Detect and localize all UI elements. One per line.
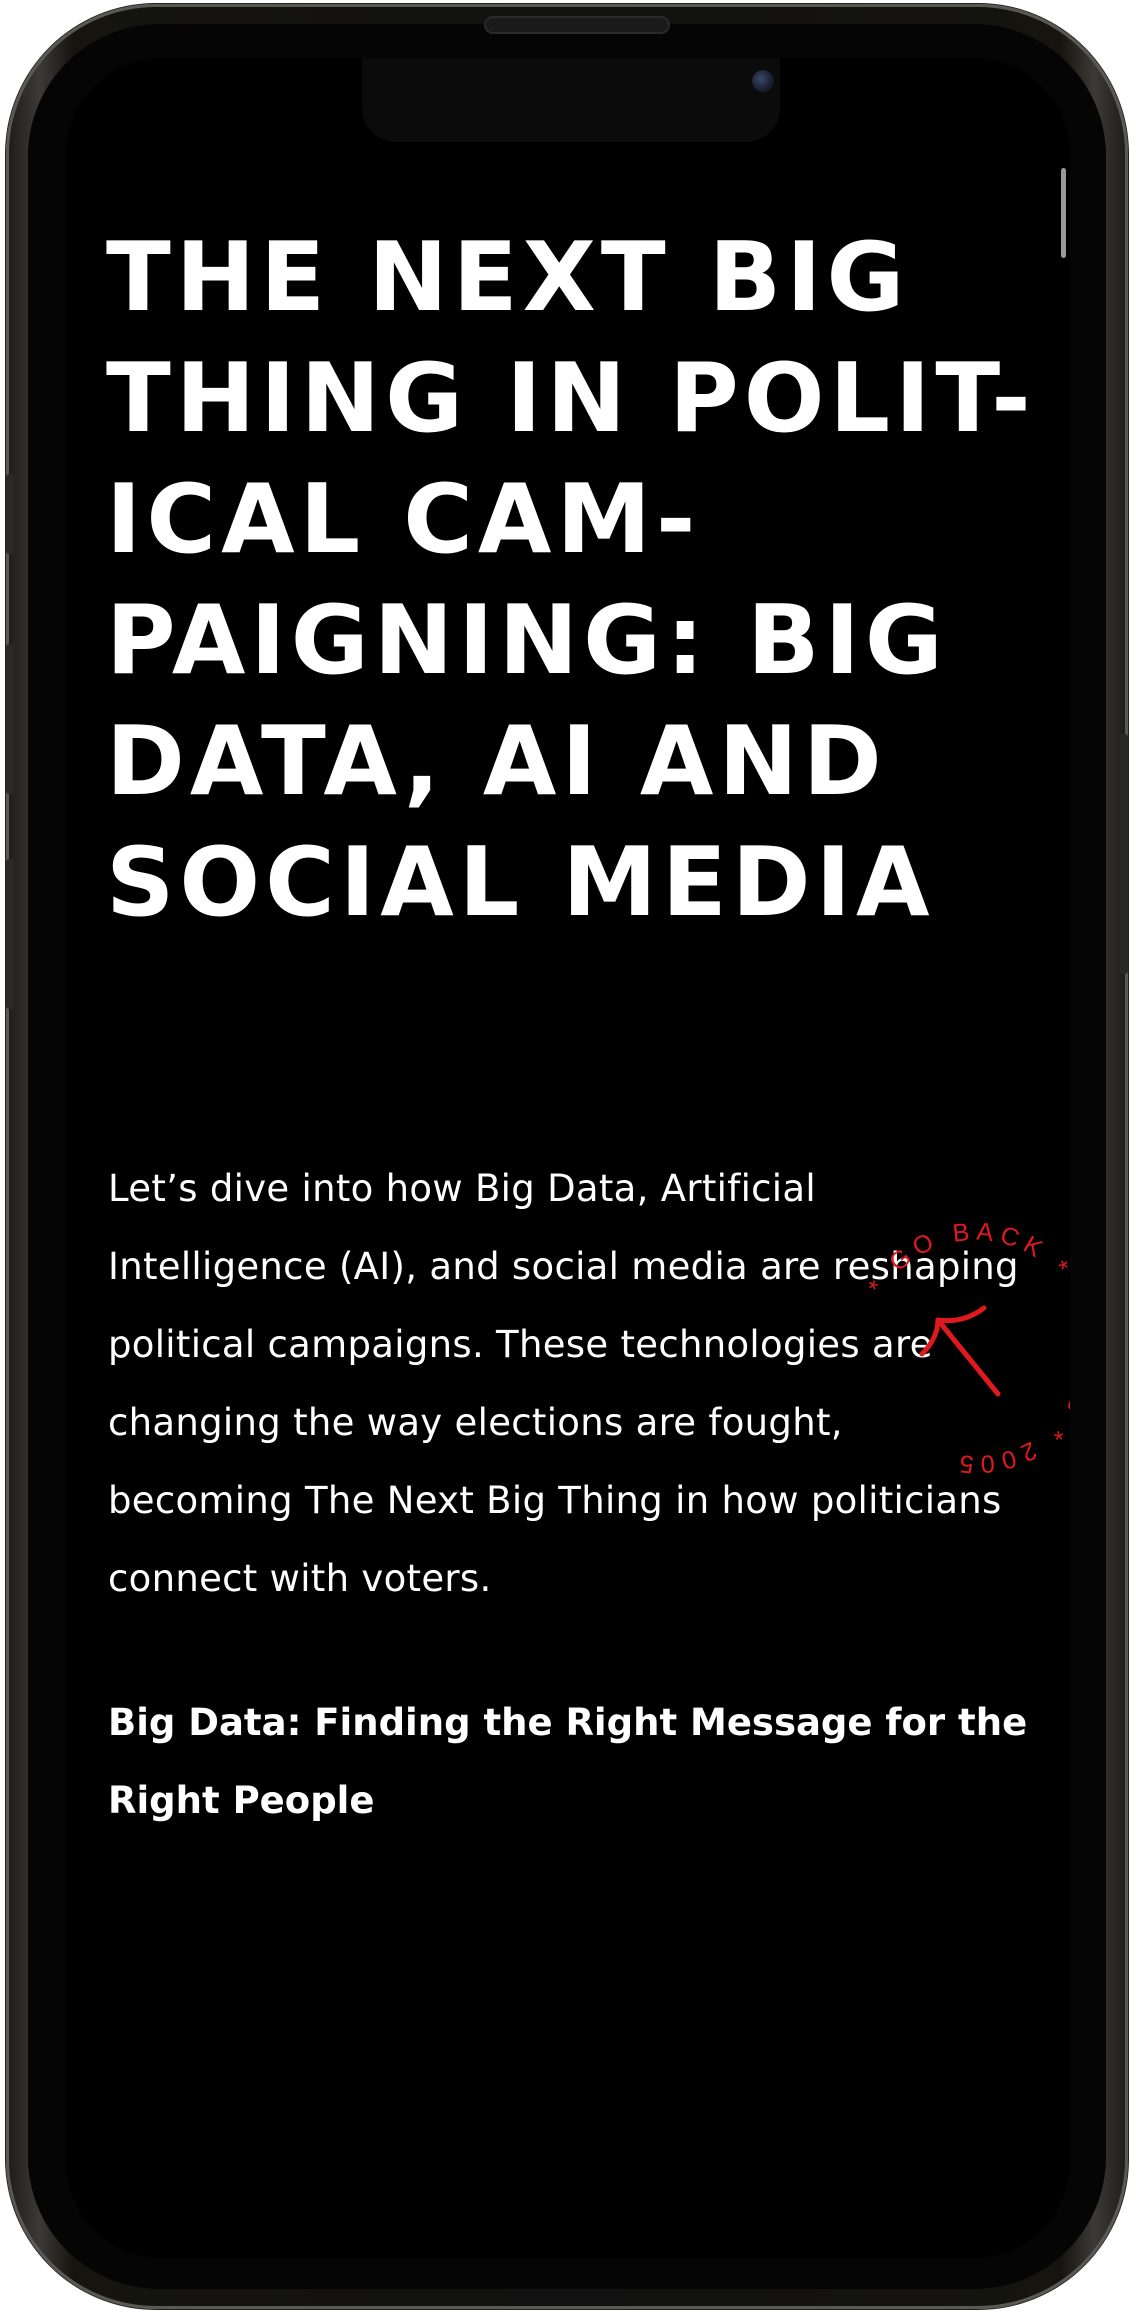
phone-screen: THE NEXT BIG THING IN POLIT- ICAL CAM- P… [66,58,1070,2258]
scrollbar[interactable] [1061,168,1066,258]
arrow-up-left-icon [919,1305,1001,1397]
earpiece-speaker [484,16,670,34]
notch [362,58,780,142]
power-button [1120,734,1128,974]
volume-down-button [6,859,14,1009]
go-back-ring-text: * GO BACK * TOPICS * 2005 [863,1218,1070,1479]
go-back-topics-button[interactable]: * GO BACK * TOPICS * 2005 [826,1198,1070,1498]
article: THE NEXT BIG THING IN POLIT- ICAL CAM- P… [106,218,1046,1840]
volume-up-button [6,644,14,794]
section-subheading: Big Data: Finding the Right Message for … [108,1701,1028,1822]
camera-icon [752,70,774,92]
silent-switch [6,474,14,554]
article-headline: THE NEXT BIG THING IN POLIT- ICAL CAM- P… [106,223,1036,938]
go-back-badge: * GO BACK * TOPICS * 2005 [863,1218,1070,1479]
